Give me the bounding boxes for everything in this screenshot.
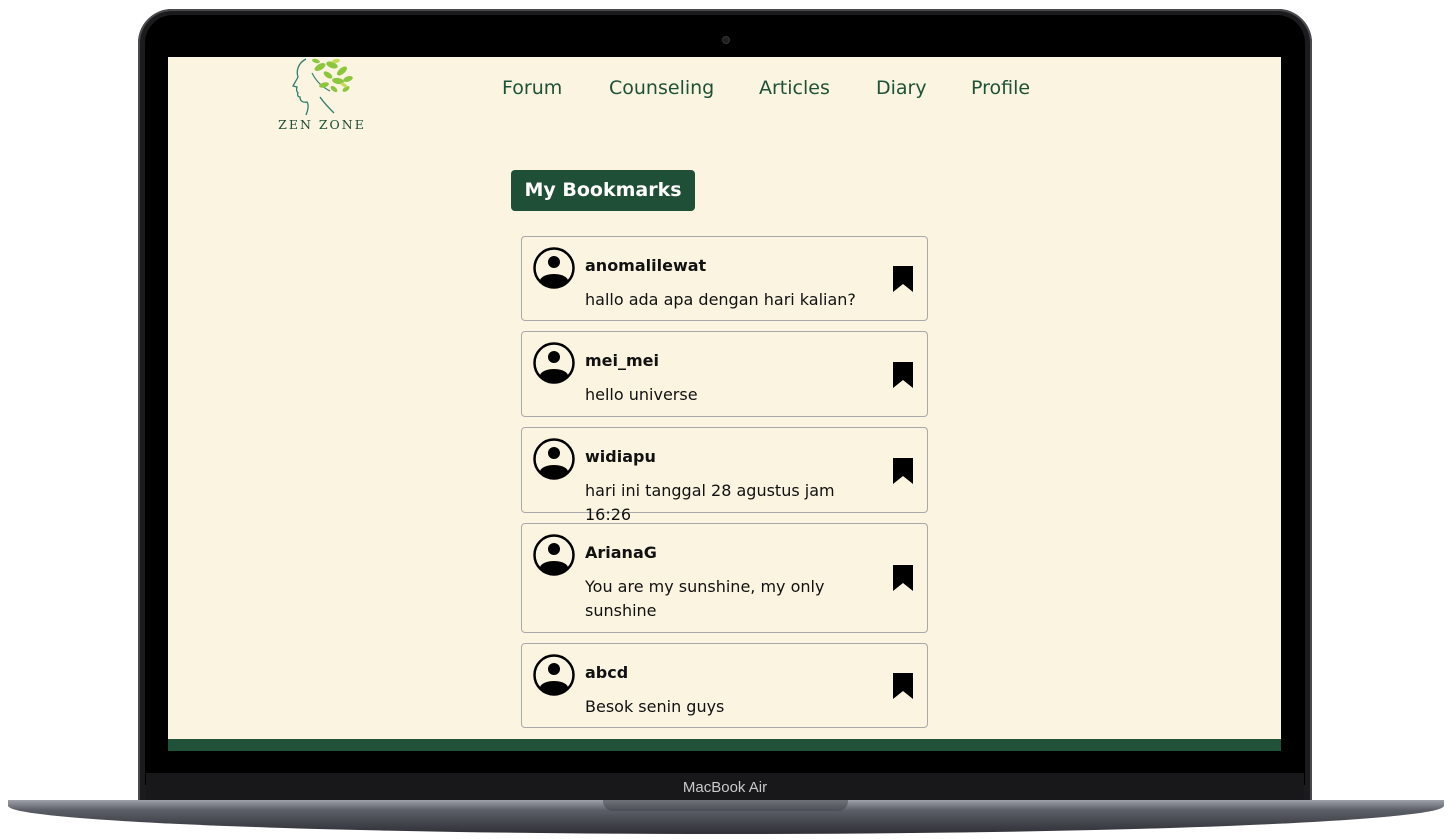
bookmark-icon[interactable] — [892, 265, 914, 293]
user-avatar-icon — [533, 247, 575, 289]
laptop-base-notch — [603, 800, 848, 811]
nav-forum[interactable]: Forum — [502, 77, 562, 99]
nav-articles[interactable]: Articles — [759, 77, 830, 99]
footer-bar — [168, 739, 1281, 751]
bookmark-icon[interactable] — [892, 361, 914, 389]
bookmark-icon[interactable] — [892, 564, 914, 592]
my-bookmarks-button[interactable]: My Bookmarks — [511, 170, 695, 211]
post-message: hallo ada apa dengan hari kalian? — [585, 290, 856, 309]
bookmark-card[interactable]: anomalilewat hallo ada apa dengan hari k… — [521, 236, 928, 321]
post-message: hari ini tanggal 28 agustus jam 16:26 — [585, 481, 835, 524]
model-label: MacBook Air — [682, 779, 768, 796]
post-username[interactable]: ArianaG — [585, 543, 657, 562]
bookmark-card[interactable]: abcd Besok senin guys — [521, 643, 928, 728]
bookmark-card[interactable]: ArianaG You are my sunshine, my only sun… — [521, 523, 928, 633]
post-username[interactable]: mei_mei — [585, 351, 659, 370]
user-avatar-icon — [533, 654, 575, 696]
bookmark-card[interactable]: widiapu hari ini tanggal 28 agustus jam … — [521, 427, 928, 524]
post-username[interactable]: widiapu — [585, 447, 656, 466]
nav-diary[interactable]: Diary — [876, 77, 927, 99]
bookmark-icon[interactable] — [892, 672, 914, 700]
nav-profile[interactable]: Profile — [971, 77, 1030, 99]
user-avatar-icon — [533, 534, 575, 576]
post-message: Besok senin guys — [585, 697, 725, 716]
post-message: You are my sunshine, my only sunshine — [585, 577, 825, 620]
bookmark-icon[interactable] — [892, 457, 914, 485]
user-avatar-icon — [533, 438, 575, 480]
user-avatar-icon — [533, 342, 575, 384]
main-nav: Forum Counseling Articles Diary Profile — [168, 77, 1281, 103]
post-username[interactable]: abcd — [585, 663, 628, 682]
post-message: hello universe — [585, 385, 698, 404]
laptop-chin: MacBook Air — [146, 773, 1304, 800]
nav-counseling[interactable]: Counseling — [609, 77, 714, 99]
post-username[interactable]: anomalilewat — [585, 256, 706, 275]
bookmark-card[interactable]: mei_mei hello universe — [521, 331, 928, 417]
app-screen: ZEN ZONE Forum Counseling Articles Diary… — [168, 57, 1281, 751]
logo-text: ZEN ZONE — [278, 117, 366, 132]
camera-icon — [722, 36, 730, 44]
